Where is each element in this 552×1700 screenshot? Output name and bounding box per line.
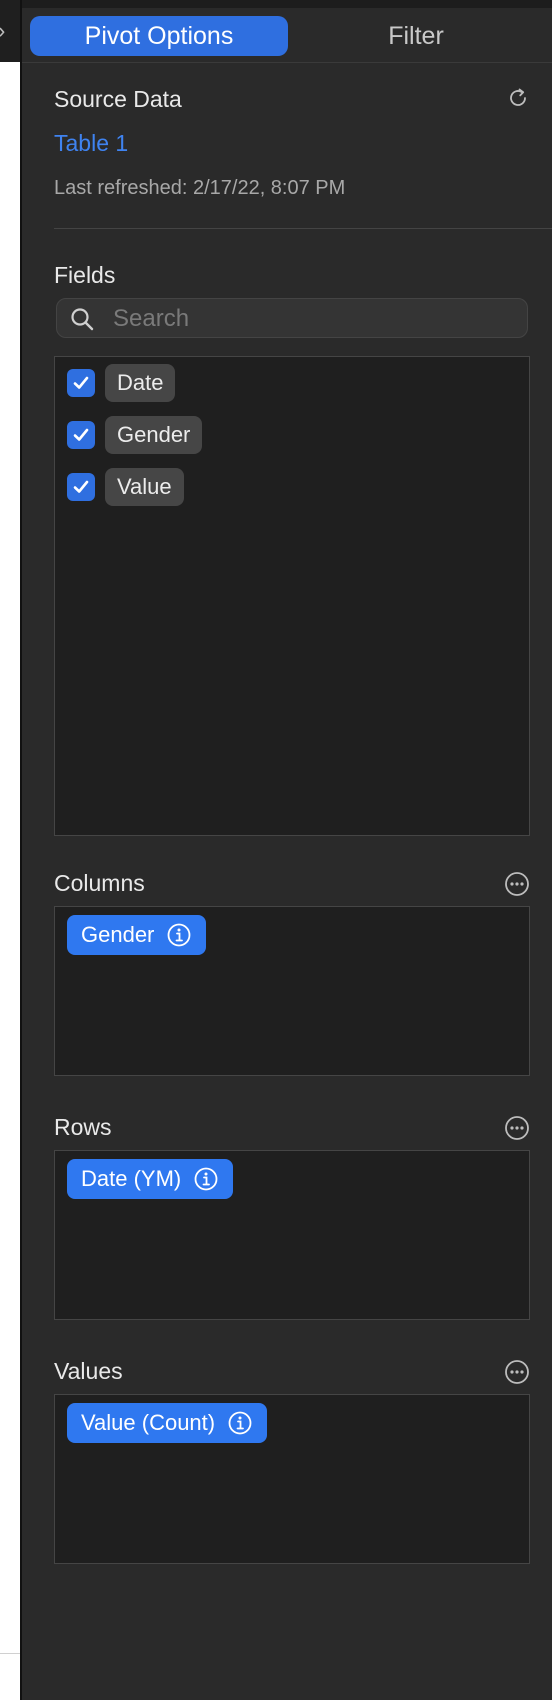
rows-title: Rows <box>54 1114 112 1140</box>
field-row-value: Value <box>67 467 184 507</box>
panel-top-edge <box>22 0 552 8</box>
pivot-options-panel: Pivot Options Filter Source Data Table 1… <box>22 0 552 1700</box>
columns-drop-zone[interactable]: Gender <box>54 906 530 1076</box>
pill-label: Gender <box>81 922 155 947</box>
field-tag-value[interactable]: Value <box>105 468 184 506</box>
spreadsheet-edge: › <box>0 0 20 1700</box>
info-circle-icon[interactable] <box>193 1166 219 1192</box>
checkmark-icon <box>73 480 89 493</box>
field-checkbox-gender[interactable] <box>67 421 95 449</box>
values-pill-value-count[interactable]: Value (Count) <box>67 1403 268 1443</box>
grid-line <box>0 1653 20 1654</box>
checkmark-icon <box>73 428 89 441</box>
field-checkbox-value[interactable] <box>67 473 95 501</box>
values-more-icon[interactable] <box>504 1359 530 1385</box>
fields-title: Fields <box>54 262 116 288</box>
section-divider <box>54 228 552 229</box>
columns-more-icon[interactable] <box>504 871 530 897</box>
tab-filter[interactable]: Filter <box>288 16 544 56</box>
field-tag-gender[interactable]: Gender <box>105 416 203 454</box>
fields-list: Date Gender Value <box>54 356 530 836</box>
field-row-date: Date <box>67 363 176 403</box>
source-table-link[interactable]: Table 1 <box>54 130 128 157</box>
info-circle-icon[interactable] <box>227 1410 253 1436</box>
source-data-title: Source Data <box>54 86 182 112</box>
columns-title: Columns <box>54 870 145 896</box>
rows-drop-zone[interactable]: Date (YM) <box>54 1150 530 1320</box>
pill-label: Value (Count) <box>81 1410 216 1435</box>
tabs-divider <box>22 62 552 63</box>
checkmark-icon <box>73 376 89 389</box>
search-input[interactable] <box>111 303 515 335</box>
rows-more-icon[interactable] <box>504 1115 530 1141</box>
field-checkbox-date[interactable] <box>67 369 95 397</box>
search-icon <box>71 308 94 331</box>
columns-pill-gender[interactable]: Gender <box>67 915 207 955</box>
rows-pill-date-ym[interactable]: Date (YM) <box>67 1159 234 1199</box>
pill-label: Date (YM) <box>81 1166 182 1191</box>
values-drop-zone[interactable]: Value (Count) <box>54 1394 530 1564</box>
last-refreshed-text: Last refreshed: 2/17/22, 8:07 PM <box>54 177 346 199</box>
tab-pivot-options[interactable]: Pivot Options <box>30 16 288 56</box>
field-tag-date[interactable]: Date <box>105 364 176 402</box>
chevron-right-icon[interactable]: › <box>0 20 5 42</box>
refresh-icon[interactable] <box>506 86 530 110</box>
fields-search <box>56 298 528 338</box>
values-title: Values <box>54 1358 123 1384</box>
field-row-gender: Gender <box>67 415 203 455</box>
info-circle-icon[interactable] <box>166 922 192 948</box>
panel-tabs: Pivot Options Filter <box>30 16 544 56</box>
